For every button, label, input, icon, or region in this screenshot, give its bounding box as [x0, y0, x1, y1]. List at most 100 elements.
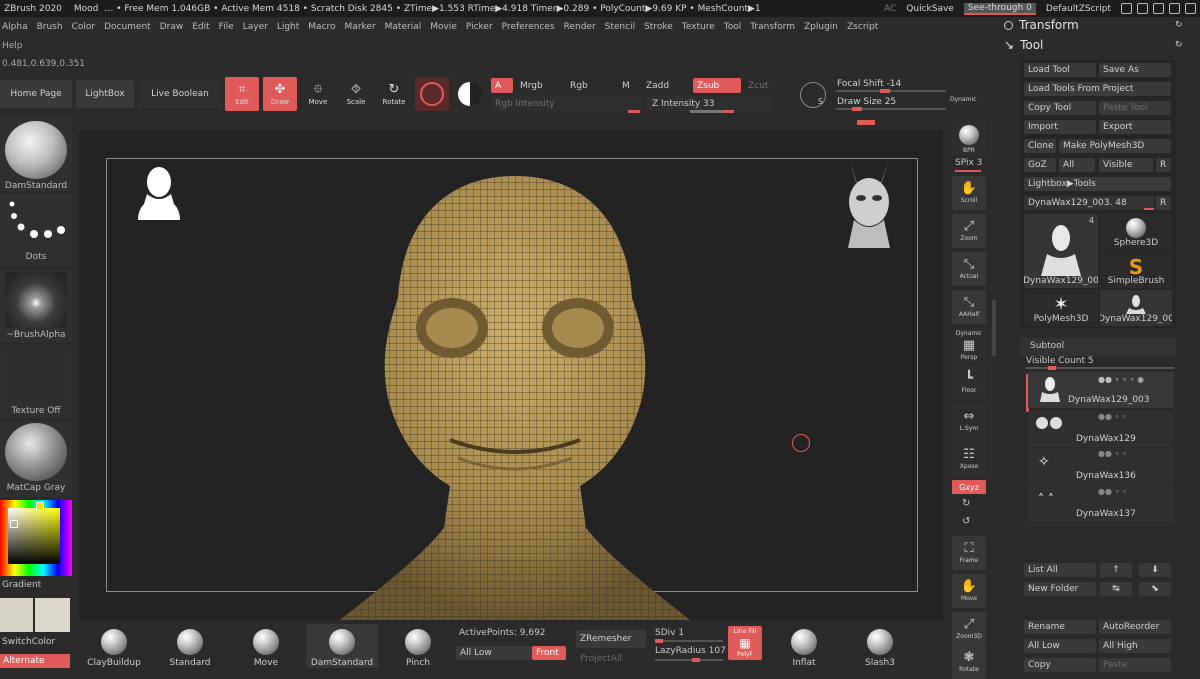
brush-pinch[interactable]: Pinch	[382, 624, 454, 668]
menu-draw[interactable]: Draw	[160, 22, 184, 32]
menu-picker[interactable]: Picker	[466, 22, 493, 32]
zoom-button[interactable]: ⤢ Zoom	[952, 214, 986, 248]
tool-thumb-sphere3d[interactable]: Sphere3D	[1100, 214, 1172, 250]
arrow-right-icon[interactable]: ⬊	[1139, 582, 1171, 596]
mrgb-button[interactable]: Mrgb	[516, 78, 556, 93]
rgb-intensity-slider[interactable]: Rgb Intensity	[491, 96, 641, 111]
focal-shift-slider[interactable]: Focal Shift -14	[833, 76, 953, 91]
floor-button[interactable]: ┗ Floor	[952, 366, 986, 400]
xpose-button[interactable]: ☷ Xpose	[952, 442, 986, 476]
main-color-swatch[interactable]	[0, 598, 33, 632]
home-page-button[interactable]: Home Page	[0, 80, 72, 108]
3d-model-mesh[interactable]	[340, 168, 690, 620]
menu-layer[interactable]: Layer	[243, 22, 268, 32]
autoreorder-button[interactable]: AutoReorder	[1099, 620, 1171, 634]
dynamic-size-button[interactable]: Dynamic	[950, 96, 976, 103]
gradient-toggle[interactable]	[453, 77, 487, 111]
brush-inflat[interactable]: Inflat	[768, 624, 840, 668]
menu-color[interactable]: Color	[72, 22, 96, 32]
menu-document[interactable]: Document	[104, 22, 151, 32]
alternate-button[interactable]: Alternate	[0, 654, 70, 668]
menu-stroke[interactable]: Stroke	[644, 22, 673, 32]
all-low-button[interactable]: All Low	[1024, 639, 1096, 653]
symmetry-target-icon[interactable]: S	[800, 82, 826, 108]
import-button[interactable]: Import	[1024, 120, 1096, 134]
tool-thumb-simplebrush[interactable]: S SimpleBrush	[1100, 252, 1172, 288]
rename-button[interactable]: Rename	[1024, 620, 1096, 634]
all-high-button[interactable]: All High	[1099, 639, 1171, 653]
tool-header[interactable]: ↘ Tool	[1004, 38, 1043, 52]
m-button[interactable]: M	[618, 78, 634, 93]
scroll-button[interactable]: ✋ Scroll	[952, 176, 986, 210]
move-down-icon[interactable]: ⬇	[1139, 563, 1171, 577]
secondary-color-swatch[interactable]	[35, 598, 70, 632]
z-intensity-slider[interactable]: Z Intensity 33	[648, 96, 772, 111]
draw-button[interactable]: ✤ Draw	[263, 77, 297, 111]
brush-slash3[interactable]: Slash3	[844, 624, 916, 668]
frame-button[interactable]: ⛶ Frame	[952, 536, 986, 570]
restore-icon[interactable]	[1153, 3, 1164, 14]
menus-toggle-icon[interactable]	[1121, 3, 1132, 14]
tool-thumb-dynawax-2[interactable]: DynaWax129_00	[1100, 290, 1172, 326]
layout-icon[interactable]	[1137, 3, 1148, 14]
menu-tool[interactable]: Tool	[724, 22, 741, 32]
draw-size-slider[interactable]: Draw Size 25	[833, 94, 913, 109]
rotate-button[interactable]: ↻ Rotate	[377, 77, 411, 111]
brush-move[interactable]: Move	[230, 624, 302, 668]
menu-brush[interactable]: Brush	[37, 22, 63, 32]
color-square[interactable]	[8, 508, 60, 564]
paste-button[interactable]: Paste	[1099, 658, 1171, 672]
lazyradius-slider[interactable]: LazyRadius 107	[655, 646, 726, 656]
rotate-view-button[interactable]: ❃ Rotate	[952, 645, 986, 679]
close-icon[interactable]	[1185, 3, 1196, 14]
move-up-icon[interactable]: ↑	[1100, 563, 1132, 577]
see-through-slider[interactable]: See-through 0	[963, 2, 1036, 15]
gxyz-button[interactable]: Gxyz	[952, 480, 986, 494]
brush-claybuildup[interactable]: ClayBuildup	[78, 624, 150, 668]
menu-texture[interactable]: Texture	[682, 22, 715, 32]
paste-tool-button[interactable]: Paste Tool	[1099, 101, 1171, 115]
copy-button[interactable]: Copy	[1024, 658, 1096, 672]
scale-button[interactable]: ⯑ Scale	[339, 77, 373, 111]
move-button[interactable]: ⯐ Move	[301, 77, 335, 111]
menu-preferences[interactable]: Preferences	[502, 22, 555, 32]
copy-tool-button[interactable]: Copy Tool	[1024, 101, 1096, 115]
help-menu[interactable]: Help	[2, 41, 23, 51]
transform-header[interactable]: Transform	[1004, 18, 1079, 32]
zadd-button[interactable]: Zadd	[642, 78, 676, 93]
subtool-row-3[interactable]: ✧ ●● ∘ ∘ DynaWax136	[1028, 448, 1174, 484]
aahalf-button[interactable]: ⤡ AAHalf	[952, 290, 986, 324]
zoom3d-button[interactable]: ⤢ Zoom3D	[952, 612, 986, 646]
save-as-button[interactable]: Save As	[1099, 63, 1171, 77]
quicksave-button[interactable]: QuickSave	[906, 4, 954, 14]
r-button[interactable]: R	[1156, 158, 1171, 172]
export-button[interactable]: Export	[1099, 120, 1171, 134]
current-tool-slider[interactable]: DynaWax129_003. 48	[1024, 196, 1154, 210]
menu-zscript[interactable]: Zscript	[847, 22, 878, 32]
zcut-button[interactable]: Zcut	[744, 78, 774, 93]
brush-damstandard[interactable]: DamStandard	[306, 624, 378, 668]
brush-picker[interactable]: DamStandard	[0, 119, 72, 191]
transform-refresh-icon[interactable]: ↻	[1175, 20, 1183, 30]
visible-count-slider[interactable]: Visible Count 5	[1026, 356, 1094, 366]
new-folder-button[interactable]: New Folder	[1024, 582, 1096, 596]
menu-render[interactable]: Render	[564, 22, 596, 32]
menu-alpha[interactable]: Alpha	[2, 22, 28, 32]
gradient-label[interactable]: Gradient	[2, 580, 41, 590]
subtool-toggle-icons[interactable]: ●● ∘ ∘	[1098, 449, 1127, 458]
subtool-header[interactable]: Subtool	[1020, 338, 1176, 356]
list-all-button[interactable]: List All	[1024, 563, 1096, 577]
rgb-button[interactable]: Rgb	[566, 78, 596, 93]
menu-transform[interactable]: Transform	[750, 22, 795, 32]
menu-zplugin[interactable]: Zplugin	[804, 22, 838, 32]
persp-button[interactable]: Dynamic ▦ Persp	[952, 328, 986, 362]
rotate-z-icon[interactable]: ↺	[962, 516, 970, 527]
visible-button[interactable]: Visible	[1099, 158, 1153, 172]
menu-marker[interactable]: Marker	[345, 22, 376, 32]
zsub-button[interactable]: Zsub	[693, 78, 741, 93]
zremesher-button[interactable]: ZRemesher	[576, 630, 646, 648]
settings-icon[interactable]	[1169, 3, 1180, 14]
subtool-toggle-icons[interactable]: ●● ∘ ∘	[1098, 487, 1127, 496]
brush-standard[interactable]: Standard	[154, 624, 226, 668]
menu-file[interactable]: File	[219, 22, 234, 32]
